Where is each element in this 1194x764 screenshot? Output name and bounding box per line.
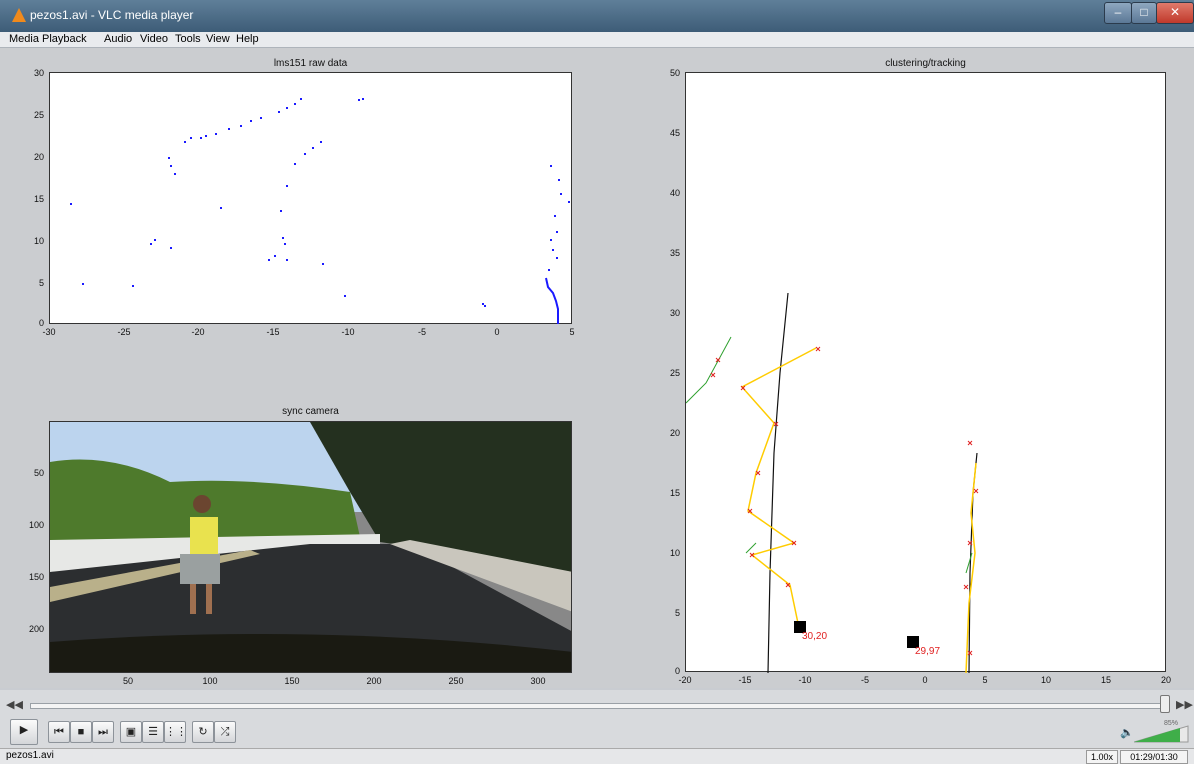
next-button[interactable]: ⏭ (92, 721, 114, 743)
window-title: pezos1.avi - VLC media player (30, 8, 194, 22)
camera-xtick: 250 (448, 676, 464, 686)
seek-handle[interactable] (1160, 695, 1170, 713)
raw-ytick: 30 (33, 68, 44, 78)
close-button[interactable]: ✕ (1156, 2, 1194, 24)
track-xtick: -5 (860, 675, 870, 685)
raw-ytick: 0 (38, 318, 44, 328)
tracking-title: clustering/tracking (885, 58, 966, 69)
playback-speed[interactable]: 1.00x (1086, 750, 1118, 764)
camera-xtick: 300 (530, 676, 546, 686)
camera-xtick: 100 (202, 676, 218, 686)
play-button[interactable]: ▶ (10, 719, 38, 745)
raw-xtick: -5 (417, 327, 427, 337)
seek-slider[interactable] (30, 703, 1162, 709)
menu-video[interactable]: Video (140, 33, 168, 45)
fast-forward-icon[interactable]: ▶▶ (1176, 698, 1193, 711)
rewind-icon[interactable]: ◀◀ (6, 698, 23, 711)
cluster-label-2: 29,97 (915, 646, 940, 657)
raw-xtick: -30 (42, 327, 56, 337)
camera-title: sync camera (282, 406, 339, 417)
track-xtick: -20 (678, 675, 692, 685)
raw-xtick: -15 (266, 327, 280, 337)
track-ytick: 5 (674, 608, 680, 618)
track-ytick: 50 (669, 68, 680, 78)
status-bar: pezos1.avi 1.00x 01:29/01:30 (0, 748, 1194, 764)
track-ytick: 15 (669, 488, 680, 498)
volume-slider[interactable] (1134, 722, 1190, 744)
seek-bar: ◀◀ ▶▶ (0, 690, 1194, 718)
raw-ytick: 20 (33, 152, 44, 162)
camera-ytick: 200 (28, 624, 44, 634)
vlc-cone-icon (12, 8, 26, 22)
raw-xtick: 5 (569, 327, 575, 337)
camera-xtick: 200 (366, 676, 382, 686)
menu-tools[interactable]: Tools (175, 33, 201, 45)
track-markers (710, 346, 979, 656)
playlist-button[interactable]: ☰ (142, 721, 164, 743)
tracking-svg: 30,20 29,97 (686, 292, 979, 673)
raw-ytick: 5 (38, 278, 44, 288)
minimize-button[interactable]: – (1104, 2, 1132, 24)
stop-button[interactable]: ■ (70, 721, 92, 743)
track-ytick: 10 (669, 548, 680, 558)
track-ytick: 30 (669, 308, 680, 318)
speaker-icon[interactable]: 🔈 (1120, 726, 1134, 739)
raw-xtick: -20 (191, 327, 205, 337)
camera-xtick: 150 (284, 676, 300, 686)
raw-ytick: 15 (33, 194, 44, 204)
menu-playback[interactable]: Playback (42, 33, 87, 45)
camera-frame (49, 421, 572, 673)
track-xtick: -15 (738, 675, 752, 685)
track-ytick: 0 (674, 666, 680, 676)
menu-help[interactable]: Help (236, 33, 259, 45)
track-xtick: 15 (1100, 675, 1112, 685)
track-ytick: 40 (669, 188, 680, 198)
title-bar: pezos1.avi - VLC media player – □ ✕ (0, 0, 1194, 32)
track-ytick: 35 (669, 248, 680, 258)
track-ytick: 45 (669, 128, 680, 138)
track-xtick: 0 (922, 675, 928, 685)
cluster-label-1: 30,20 (802, 631, 827, 642)
shuffle-button[interactable]: ⤮ (214, 721, 236, 743)
track-ytick: 25 (669, 368, 680, 378)
time-display[interactable]: 01:29/01:30 (1120, 750, 1188, 764)
maximize-button[interactable]: □ (1131, 2, 1157, 24)
track-xtick: 10 (1040, 675, 1052, 685)
track-xtick: 20 (1160, 675, 1172, 685)
volume-control[interactable]: 🔈 85% (1120, 720, 1190, 744)
status-filename: pezos1.avi (6, 750, 54, 761)
track-ytick: 20 (669, 428, 680, 438)
menu-audio[interactable]: Audio (104, 33, 132, 45)
menu-view[interactable]: View (206, 33, 230, 45)
camera-ytick: 100 (28, 520, 44, 530)
menu-media[interactable]: Media (9, 33, 39, 45)
raw-plot-title: lms151 raw data (273, 58, 348, 69)
track-xtick: -10 (798, 675, 812, 685)
previous-button[interactable]: ⏮ (48, 721, 70, 743)
camera-ytick: 150 (28, 572, 44, 582)
raw-xtick: -10 (341, 327, 355, 337)
camera-image (50, 422, 571, 672)
raw-data-plot (49, 72, 572, 324)
tracking-plot: 30,20 29,97 (685, 72, 1166, 673)
raw-ytick: 25 (33, 110, 44, 120)
raw-xtick: 0 (494, 327, 500, 337)
camera-ytick: 50 (33, 468, 44, 478)
playback-controls: ▶ ⏮ ■ ⏭ ▣ ☰ ⋮⋮ ↻ ⤮ 🔈 85% (0, 718, 1194, 748)
volume-level: 85% (1164, 720, 1179, 727)
loop-button[interactable]: ↻ (192, 721, 214, 743)
video-frame[interactable]: lms151 raw data -30 -25 -20 -15 -10 -5 0… (0, 48, 1194, 688)
menu-bar: Media Playback Audio Video Tools View He… (0, 32, 1194, 48)
fullscreen-button[interactable]: ▣ (120, 721, 142, 743)
raw-scatter (70, 98, 570, 324)
raw-xtick: -25 (117, 327, 131, 337)
camera-xtick: 50 (122, 676, 134, 686)
raw-ytick: 10 (33, 236, 44, 246)
extended-settings-button[interactable]: ⋮⋮ (164, 721, 187, 743)
track-xtick: 5 (982, 675, 988, 685)
